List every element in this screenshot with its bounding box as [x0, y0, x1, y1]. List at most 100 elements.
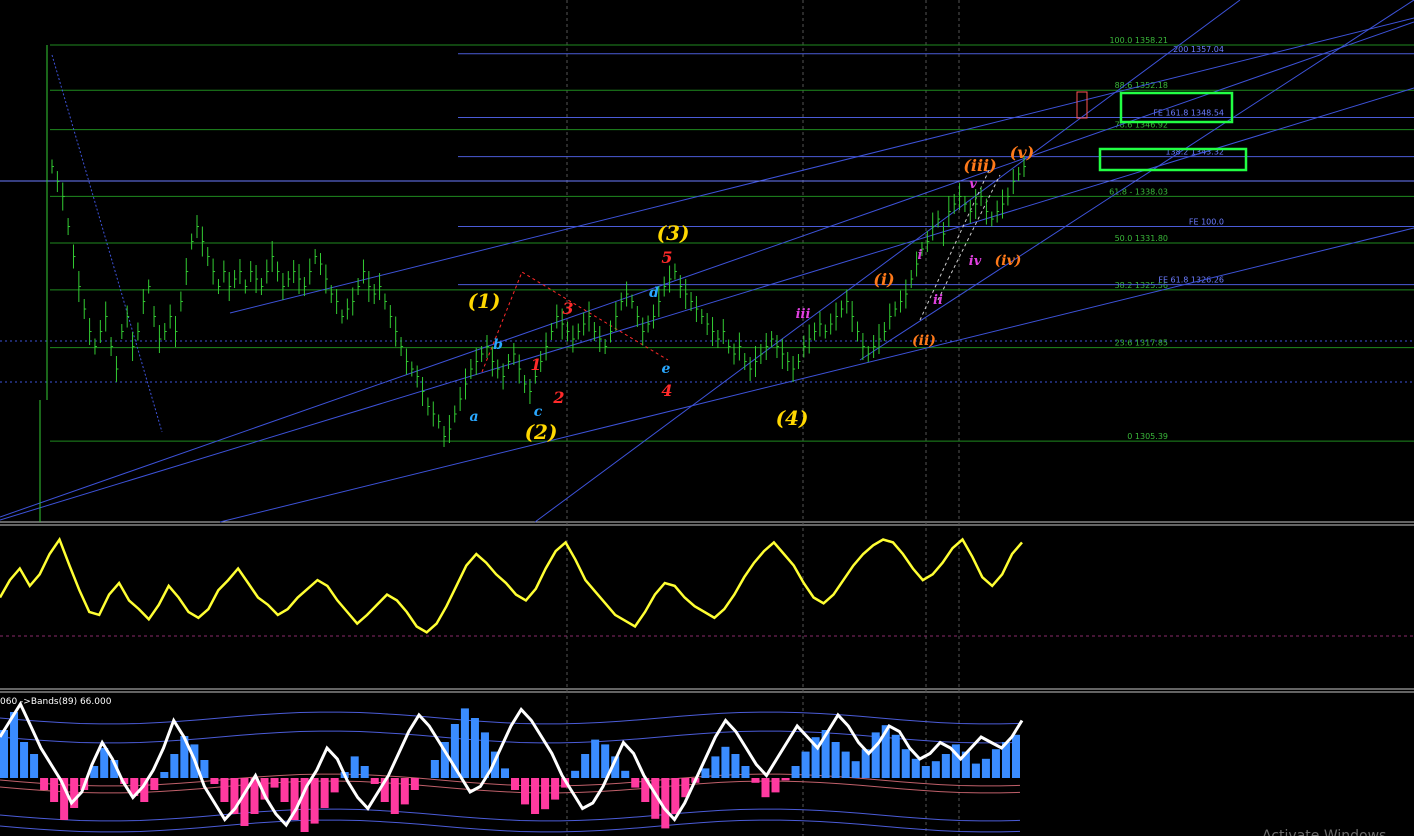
histogram-bar	[631, 778, 640, 788]
wave-label: i	[918, 248, 923, 263]
histogram-bar	[701, 768, 710, 778]
band-line	[0, 808, 1021, 822]
histogram-bar	[480, 732, 489, 778]
histogram-bar	[791, 766, 800, 778]
histogram-bar	[551, 778, 560, 800]
band-line	[0, 730, 1021, 744]
vertical-grid	[566, 0, 960, 836]
wave-label: 3	[562, 299, 573, 318]
histogram-bar	[911, 758, 920, 778]
wave-label: (iv)	[995, 253, 1022, 269]
band-line	[0, 711, 1021, 725]
elliott-wave-chart: 100.0 1358.2188.6 1352.1878.6 1346.9261.…	[0, 0, 1414, 836]
bands-label: 060 ->Bands(89) 66.000	[0, 697, 112, 707]
histogram-bar	[751, 778, 760, 783]
wave-label: (v)	[1010, 143, 1034, 162]
histogram-bar	[711, 756, 720, 778]
histogram-bar	[671, 778, 680, 814]
wave-label: (2)	[525, 420, 558, 444]
fibonacci-levels: 100.0 1358.2188.6 1352.1878.6 1346.9261.…	[50, 36, 1414, 442]
histogram-bar	[470, 718, 479, 778]
wave-label: iv	[969, 254, 982, 269]
histogram-bar	[400, 778, 409, 805]
histogram-bar	[350, 756, 359, 778]
histogram-bar	[581, 754, 590, 778]
histogram-bar	[931, 761, 940, 778]
histogram-bar	[370, 778, 379, 784]
histogram-bar	[841, 751, 850, 778]
wave-label: 5	[661, 248, 672, 267]
wave-label: 2	[552, 388, 564, 407]
wave-label: (1)	[468, 289, 501, 313]
wave-label: v	[969, 177, 977, 192]
watermark: Activate Windows	[1262, 828, 1386, 836]
histogram-bar	[731, 754, 740, 778]
histogram-bar	[541, 778, 550, 810]
histogram-bar	[310, 778, 319, 824]
fib-extension-label: FE 100.0	[1189, 218, 1224, 227]
histogram-bar	[831, 742, 840, 778]
histogram-bar	[511, 778, 520, 790]
wave-label: (4)	[776, 406, 809, 430]
histogram-bar	[460, 708, 469, 778]
histogram-bar	[921, 766, 930, 778]
histogram-bar	[901, 749, 910, 778]
wave-label: e	[662, 361, 671, 377]
histogram-bar	[851, 761, 860, 778]
histogram-bar	[941, 754, 950, 778]
histogram-bar	[721, 746, 730, 778]
histogram-bar	[10, 712, 19, 778]
wave-label: iii	[796, 307, 811, 322]
histogram-bar	[40, 778, 49, 790]
histogram-bar	[320, 778, 329, 808]
histogram-bar	[430, 760, 439, 778]
histogram-bar	[220, 778, 229, 802]
histogram-bar	[521, 778, 530, 805]
wave-label: c	[534, 404, 543, 420]
histogram-bar	[360, 766, 369, 778]
histogram-bar	[621, 770, 630, 778]
fib-retracement-label: 23.6 1317.85	[1115, 339, 1168, 348]
histogram-bar	[871, 732, 880, 778]
histogram-bar	[170, 754, 179, 778]
histogram-bar	[801, 751, 810, 778]
histogram-bar	[991, 749, 1000, 778]
histogram-bar	[781, 778, 790, 781]
wave-label: (3)	[657, 221, 690, 245]
wave-labels: (1) (2) (3) (4) 5 3 12 4 (i) (ii) (iii) (iv) (v) a b c d…	[468, 143, 1035, 444]
band-line	[0, 819, 1021, 833]
histogram-bar	[210, 778, 219, 784]
fib-retracement-label: 100.0 1358.21	[1109, 36, 1168, 45]
histogram-bar	[571, 770, 580, 778]
histogram-bar	[30, 754, 39, 778]
histogram-bar	[20, 742, 29, 778]
wave-label: (ii)	[912, 333, 936, 349]
histogram-bar	[891, 734, 900, 778]
histogram-bar	[160, 772, 169, 778]
histogram-bar	[771, 778, 780, 793]
oscillator-1-line	[0, 536, 1023, 634]
trend-channel-lines	[0, 0, 1414, 523]
wave-label: (iii)	[963, 156, 996, 175]
wave-label: ii	[933, 293, 943, 308]
fib-extension-label: 200 1357.04	[1173, 45, 1224, 54]
histogram-bar	[240, 778, 249, 826]
histogram-bar	[50, 778, 59, 802]
wave-label: d	[649, 285, 659, 301]
fib-retracement-label: 50.0 1331.80	[1115, 234, 1168, 243]
histogram-bar	[390, 778, 399, 814]
histogram-bar	[531, 778, 540, 814]
fib-retracement-label: 0 1305.39	[1127, 432, 1168, 441]
histogram-bar	[330, 778, 339, 793]
histogram-bar	[981, 758, 990, 778]
wave-label: a	[469, 409, 478, 425]
histogram-bar	[500, 768, 509, 778]
histogram-bar	[270, 778, 279, 788]
histogram-bar	[150, 778, 159, 790]
wave-label: 1	[530, 355, 541, 374]
histogram-bar	[761, 778, 770, 798]
histogram-bar	[971, 763, 980, 778]
histogram-bar	[1011, 734, 1020, 778]
histogram-bar	[280, 778, 289, 802]
histogram-bar	[741, 766, 750, 778]
